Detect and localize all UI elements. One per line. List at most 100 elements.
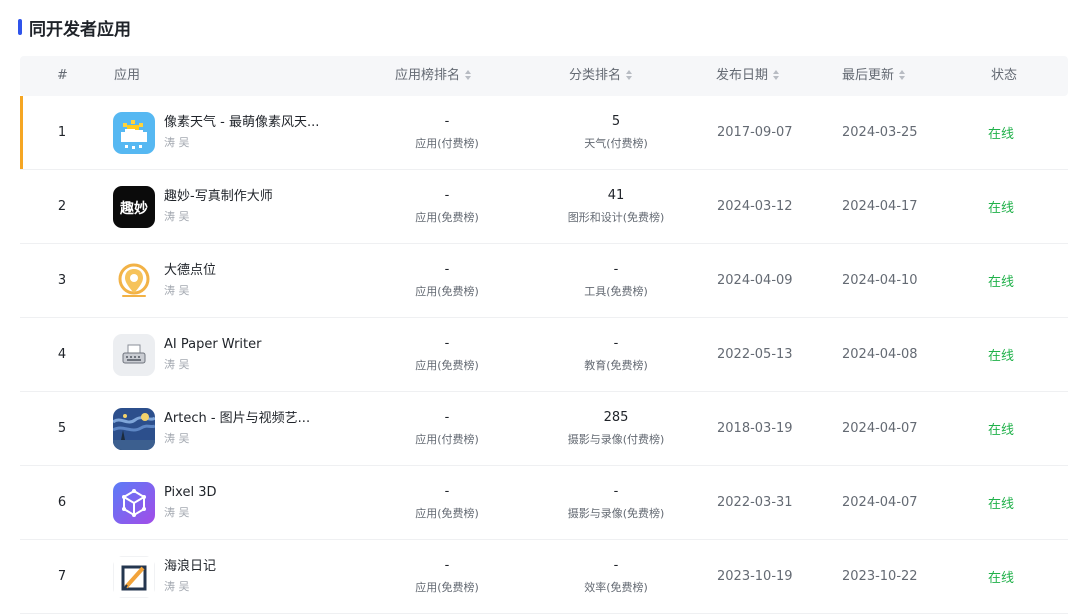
app-rank-cell: - 应用(免费榜) xyxy=(387,466,507,539)
last-update-date: 2024-04-07 xyxy=(842,421,918,436)
header-category-rank[interactable]: 分类排名 xyxy=(569,56,633,96)
header-last-update[interactable]: 最后更新 xyxy=(842,56,906,96)
header-publish-date-label: 发布日期 xyxy=(716,68,769,83)
app-rank-value: - xyxy=(444,336,450,351)
developer-name: 涛 吴 xyxy=(164,432,190,445)
cube-icon[interactable] xyxy=(113,481,155,524)
row-index: 6 xyxy=(57,495,67,510)
publish-date: 2024-04-09 xyxy=(717,273,793,288)
location-pin-icon[interactable] xyxy=(113,259,155,302)
row-index: 1 xyxy=(57,125,67,140)
category-rank-list: 效率(免费榜) xyxy=(584,581,648,594)
starry-night-icon[interactable] xyxy=(113,407,155,450)
row-index: 2 xyxy=(57,199,67,214)
category-rank-list: 教育(免费榜) xyxy=(584,359,648,372)
category-rank-list: 天气(付费榜) xyxy=(584,137,648,150)
table-row[interactable]: 3 大德点位 涛 吴 - 应用(免费榜) - 工具(免费榜) 2024-04-0… xyxy=(20,244,1068,318)
table-row[interactable]: 7 海浪日记 涛 吴 - 应用(免费榜) - 效率(免费榜) 2023-10-1… xyxy=(20,540,1068,614)
app-name[interactable]: Artech - 图片与视频艺... xyxy=(164,410,310,428)
app-cell[interactable]: Pixel 3D 涛 吴 xyxy=(113,466,363,539)
row-index: 7 xyxy=(57,569,67,584)
table-row[interactable]: 2 趣妙 趣妙-写真制作大师 涛 吴 - 应用(免费榜) 41 图形和设计(免费… xyxy=(20,170,1068,244)
title-accent-bar xyxy=(18,19,22,35)
row-index: 4 xyxy=(57,347,67,362)
sort-icon[interactable] xyxy=(465,70,472,80)
category-rank-list: 工具(免费榜) xyxy=(584,285,648,298)
status-badge: 在线 xyxy=(988,127,1015,142)
typewriter-icon[interactable] xyxy=(113,333,155,376)
header-last-update-label: 最后更新 xyxy=(842,68,895,83)
app-cell[interactable]: Artech - 图片与视频艺... 涛 吴 xyxy=(113,392,363,465)
app-rank-value: - xyxy=(444,114,450,129)
category-rank-value: - xyxy=(613,336,619,351)
category-rank-value: 41 xyxy=(607,188,625,203)
app-cell[interactable]: 海浪日记 涛 吴 xyxy=(113,540,363,613)
app-name[interactable]: 像素天气 - 最萌像素风天... xyxy=(164,114,319,132)
header-publish-date[interactable]: 发布日期 xyxy=(716,56,780,96)
app-name[interactable]: Pixel 3D xyxy=(164,484,216,502)
status-badge: 在线 xyxy=(988,423,1015,438)
app-cell[interactable]: 像素天气 - 最萌像素风天... 涛 吴 xyxy=(113,96,363,169)
header-category-rank-label: 分类排名 xyxy=(569,68,622,83)
last-update-date: 2024-04-10 xyxy=(842,273,918,288)
app-rank-cell: - 应用(免费榜) xyxy=(387,244,507,317)
pencil-note-icon[interactable] xyxy=(113,555,155,598)
category-rank-cell: 41 图形和设计(免费榜) xyxy=(551,170,681,243)
app-cell[interactable]: 大德点位 涛 吴 xyxy=(113,244,363,317)
app-rank-list: 应用(免费榜) xyxy=(415,581,479,594)
table-row[interactable]: 6 Pixel 3D 涛 吴 - 应用(免费榜) - 摄影与录像(免费榜) 20… xyxy=(20,466,1068,540)
sort-icon[interactable] xyxy=(773,70,780,80)
developer-name: 涛 吴 xyxy=(164,506,190,519)
last-update-date: 2024-04-17 xyxy=(842,199,918,214)
app-name[interactable]: 海浪日记 xyxy=(164,558,216,576)
last-update-date: 2024-03-25 xyxy=(842,125,918,140)
app-cell[interactable]: 趣妙 趣妙-写真制作大师 涛 吴 xyxy=(113,170,363,243)
app-rank-list: 应用(付费榜) xyxy=(415,137,479,150)
status-badge: 在线 xyxy=(988,571,1015,586)
app-rank-list: 应用(免费榜) xyxy=(415,285,479,298)
section-title-text: 同开发者应用 xyxy=(29,19,131,40)
table-row[interactable]: 5 Artech - 图片与视频艺... 涛 吴 - 应用(付费榜) 285 摄… xyxy=(20,392,1068,466)
app-name[interactable]: 趣妙-写真制作大师 xyxy=(164,188,273,206)
row-index: 3 xyxy=(57,273,67,288)
app-rank-cell: - 应用(免费榜) xyxy=(387,318,507,391)
category-rank-value: - xyxy=(613,484,619,499)
app-name[interactable]: 大德点位 xyxy=(164,262,216,280)
app-rank-list: 应用(免费榜) xyxy=(415,211,479,224)
qumiao-icon-text: 趣妙 xyxy=(119,200,148,217)
header-index: # xyxy=(57,68,68,83)
pixel-weather-icon[interactable] xyxy=(113,111,155,154)
app-rank-value: - xyxy=(444,558,450,573)
developer-name: 涛 吴 xyxy=(164,284,190,297)
status-badge: 在线 xyxy=(988,201,1015,216)
category-rank-cell: - 摄影与录像(免费榜) xyxy=(551,466,681,539)
developer-name: 涛 吴 xyxy=(164,136,190,149)
app-rank-cell: - 应用(付费榜) xyxy=(387,392,507,465)
publish-date: 2023-10-19 xyxy=(717,569,793,584)
publish-date: 2022-05-13 xyxy=(717,347,793,362)
header-app-rank-label: 应用榜排名 xyxy=(395,68,461,83)
last-update-date: 2024-04-07 xyxy=(842,495,918,510)
category-rank-list: 图形和设计(免费榜) xyxy=(567,211,665,224)
app-rank-value: - xyxy=(444,484,450,499)
sort-icon[interactable] xyxy=(626,70,633,80)
developer-name: 涛 吴 xyxy=(164,580,190,593)
table-row[interactable]: 1 像素天气 - 最萌像素风天... 涛 吴 - 应用(付费榜) 5 天气(付费… xyxy=(20,96,1068,170)
table-row[interactable]: 4 AI Paper Writer 涛 吴 - 应用(免费榜) - 教育(免费榜… xyxy=(20,318,1068,392)
header-app-rank[interactable]: 应用榜排名 xyxy=(395,56,472,96)
publish-date: 2018-03-19 xyxy=(717,421,793,436)
app-rank-value: - xyxy=(444,262,450,277)
qumiao-icon[interactable]: 趣妙 xyxy=(113,185,155,228)
app-name[interactable]: AI Paper Writer xyxy=(164,336,261,354)
developer-name: 涛 吴 xyxy=(164,358,190,371)
app-cell[interactable]: AI Paper Writer 涛 吴 xyxy=(113,318,363,391)
row-index: 5 xyxy=(57,421,67,436)
app-rank-list: 应用(免费榜) xyxy=(415,359,479,372)
sort-icon[interactable] xyxy=(899,70,906,80)
table-header: # 应用 应用榜排名 分类排名 发布日期 最后更新 状态 xyxy=(20,56,1068,96)
header-status: 状态 xyxy=(991,68,1018,83)
app-rank-value: - xyxy=(444,410,450,425)
category-rank-cell: - 效率(免费榜) xyxy=(551,540,681,613)
category-rank-cell: - 工具(免费榜) xyxy=(551,244,681,317)
last-update-date: 2024-04-08 xyxy=(842,347,918,362)
